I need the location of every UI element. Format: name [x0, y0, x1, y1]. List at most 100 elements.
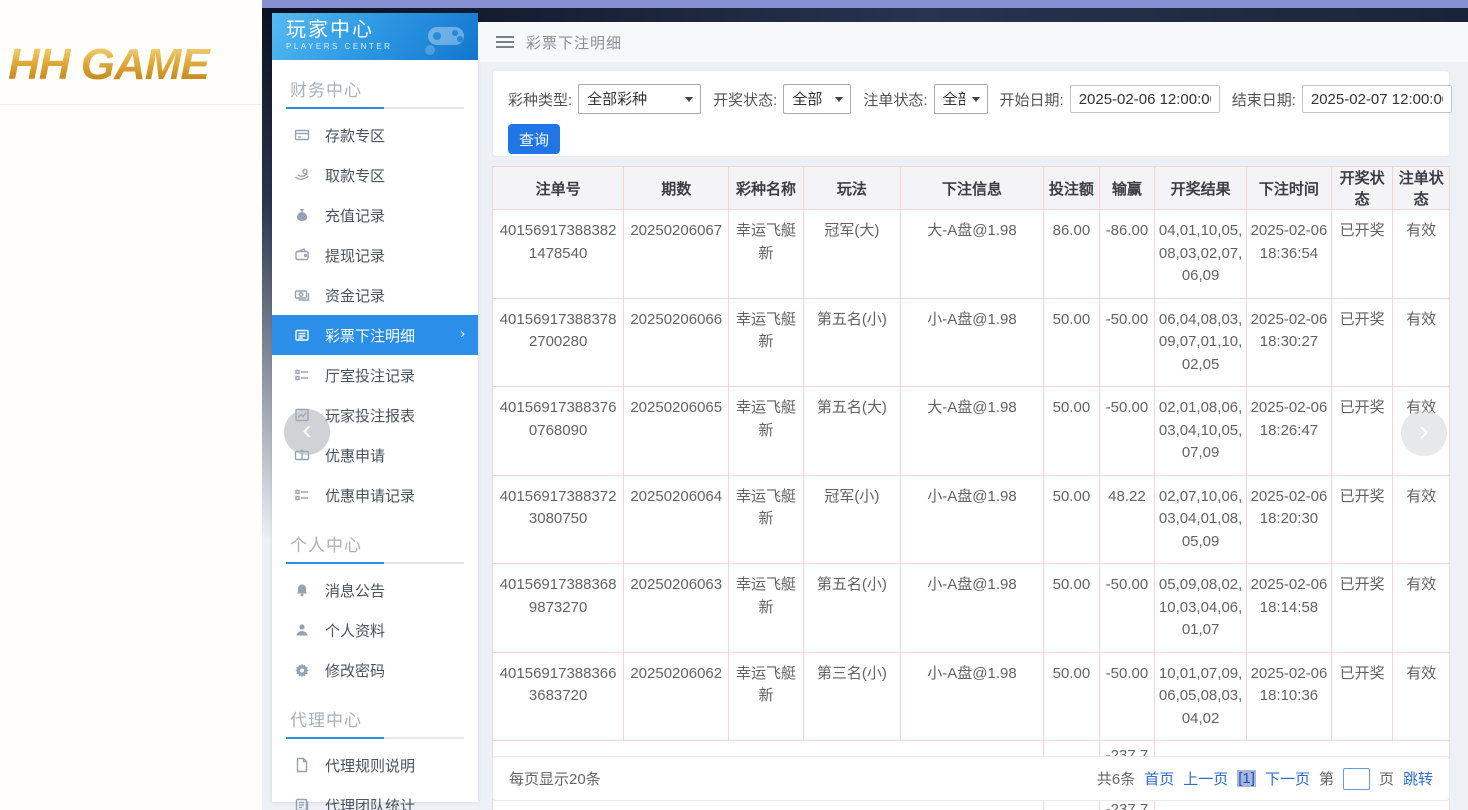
cell: 2025-02-06 18:10:36	[1247, 652, 1332, 741]
cell: 2025-02-06 18:36:54	[1247, 210, 1332, 299]
first-page-link[interactable]: 首页	[1144, 768, 1174, 789]
section-divider	[286, 107, 464, 109]
sidebar-item-label: 优惠申请记录	[325, 485, 415, 506]
column-header: 注单号	[493, 167, 624, 210]
cell: 86.00	[1044, 210, 1100, 299]
cell: 20250206066	[624, 298, 729, 387]
logo: HH GAME	[8, 40, 262, 90]
table-row: 40156917388378270028020250206066 幸运飞艇新第五…	[493, 298, 1450, 387]
sidebar-item-label: 优惠申请	[325, 445, 385, 466]
order-status-label: 注单状态:	[863, 89, 927, 110]
column-header: 开奖结果	[1155, 167, 1247, 210]
cell: 幸运飞艇新	[729, 387, 804, 476]
coupon-record-icon	[294, 487, 310, 503]
cell: 401569173883689873270	[493, 564, 624, 653]
cell: 大-A盘@1.98	[900, 387, 1043, 476]
column-header: 玩法	[803, 167, 900, 210]
dark-background-edge	[262, 8, 272, 568]
sidebar: 玩家中心 PLAYERS CENTER 财务中心 存款专区 取款专区	[272, 13, 478, 802]
cell: -50.00	[1099, 387, 1155, 476]
sidebar-item-deposit-zone[interactable]: 存款专区	[272, 115, 478, 155]
sidebar-item-announcements[interactable]: 消息公告	[272, 570, 478, 610]
sidebar-item-funds-records[interactable]: 资金记录	[272, 275, 478, 315]
sidebar-item-label: 玩家投注报表	[325, 405, 415, 426]
cell: 已开奖	[1331, 210, 1393, 299]
player-center-app: 玩家中心 PLAYERS CENTER 财务中心 存款专区 取款专区	[262, 0, 1468, 810]
jump-button[interactable]: 跳转	[1403, 768, 1433, 789]
cell: 幸运飞艇新	[729, 475, 804, 564]
cell: 已开奖	[1331, 564, 1393, 653]
column-header: 开奖状态	[1331, 167, 1393, 210]
sidebar-item-lottery-bet-details[interactable]: 彩票下注明细 ›	[272, 315, 478, 355]
cell: 401569173883723080750	[493, 475, 624, 564]
carousel-next-button[interactable]: ›	[1401, 410, 1447, 456]
sidebar-item-label: 充值记录	[325, 205, 385, 226]
cell: 有效	[1393, 210, 1450, 299]
sidebar-item-change-password[interactable]: 修改密码	[272, 650, 478, 690]
cell: 幸运飞艇新	[729, 564, 804, 653]
section-divider	[286, 562, 464, 564]
cell: 冠军(小)	[803, 475, 900, 564]
bell-icon	[294, 582, 310, 598]
bet-details-table: 注单号 期数 彩种名称 玩法 下注信息 投注额 输赢 开奖结果 下注时间 开奖状…	[492, 166, 1450, 810]
end-date-label: 结束日期:	[1232, 89, 1296, 110]
cell: -86.00	[1099, 210, 1155, 299]
prev-page-link[interactable]: 上一页	[1183, 768, 1228, 789]
cell: 20250206063	[624, 564, 729, 653]
start-date-label: 开始日期:	[1000, 89, 1064, 110]
cell: 02,07,10,06,03,04,01,08,05,09	[1155, 475, 1247, 564]
lottery-type-select-wrap: 全部彩种	[578, 84, 701, 114]
cell: 有效	[1393, 298, 1450, 387]
sidebar-item-label: 存款专区	[325, 125, 385, 146]
sidebar-item-agent-team-stats[interactable]: 代理团队统计	[272, 785, 478, 810]
sidebar-item-promo-apply-records[interactable]: 优惠申请记录	[272, 475, 478, 515]
next-page-link[interactable]: 下一页	[1265, 768, 1310, 789]
end-date-input[interactable]	[1302, 85, 1452, 113]
sidebar-item-label: 代理团队统计	[325, 795, 415, 810]
cell: 50.00	[1044, 475, 1100, 564]
page-jump-input[interactable]	[1343, 768, 1370, 790]
carousel-prev-button[interactable]: ‹	[284, 409, 330, 455]
draw-status-select[interactable]: 全部	[783, 84, 851, 114]
column-header: 输赢	[1099, 167, 1155, 210]
cell: 50.00	[1044, 652, 1100, 741]
menu-icon[interactable]	[496, 33, 514, 51]
sidebar-item-label: 修改密码	[325, 660, 385, 681]
sidebar-item-withdrawal-records[interactable]: 提现记录	[272, 235, 478, 275]
table-row: 40156917388366368372020250206062 幸运飞艇新第三…	[493, 652, 1450, 741]
cell: 401569173883821478540	[493, 210, 624, 299]
per-page-label: 每页显示20条	[509, 768, 601, 789]
cell: 已开奖	[1331, 387, 1393, 476]
column-header: 期数	[624, 167, 729, 210]
table-row: 40156917388382147854020250206067 幸运飞艇新冠军…	[493, 210, 1450, 299]
sidebar-item-label: 代理规则说明	[325, 755, 415, 776]
section-title-personal: 个人中心	[290, 531, 464, 556]
cell: 20250206064	[624, 475, 729, 564]
document-icon	[294, 757, 310, 773]
cell: -50.00	[1099, 564, 1155, 653]
order-status-select[interactable]: 全部	[934, 84, 988, 114]
table-header-row: 注单号 期数 彩种名称 玩法 下注信息 投注额 输赢 开奖结果 下注时间 开奖状…	[493, 167, 1450, 210]
sidebar-item-agent-rules[interactable]: 代理规则说明	[272, 745, 478, 785]
sidebar-item-profile[interactable]: 个人资料	[272, 610, 478, 650]
cell: 50.00	[1044, 298, 1100, 387]
jump-suffix-label: 页	[1379, 768, 1394, 789]
cell: 已开奖	[1331, 652, 1393, 741]
gamepad-icon	[420, 17, 472, 57]
cell: 50.00	[1044, 387, 1100, 476]
section-divider	[286, 737, 464, 739]
current-page-indicator[interactable]: [1]	[1237, 770, 1256, 787]
start-date-input[interactable]	[1070, 85, 1220, 113]
cell: 2025-02-06 18:26:47	[1247, 387, 1332, 476]
sidebar-item-recharge-records[interactable]: 充值记录	[272, 195, 478, 235]
cell: 第三名(小)	[803, 652, 900, 741]
cell: 10,01,07,09,06,05,08,03,04,02	[1155, 652, 1247, 741]
cell: 50.00	[1044, 564, 1100, 653]
sidebar-item-hall-bet-records[interactable]: 厅室投注记录	[272, 355, 478, 395]
sidebar-item-withdraw-zone[interactable]: 取款专区	[272, 155, 478, 195]
cell: 小-A盘@1.98	[900, 298, 1043, 387]
bank-card-icon	[294, 127, 310, 143]
lottery-type-select[interactable]: 全部彩种	[578, 84, 701, 114]
search-button[interactable]: 查询	[508, 124, 560, 154]
money-bag-icon	[294, 207, 310, 223]
